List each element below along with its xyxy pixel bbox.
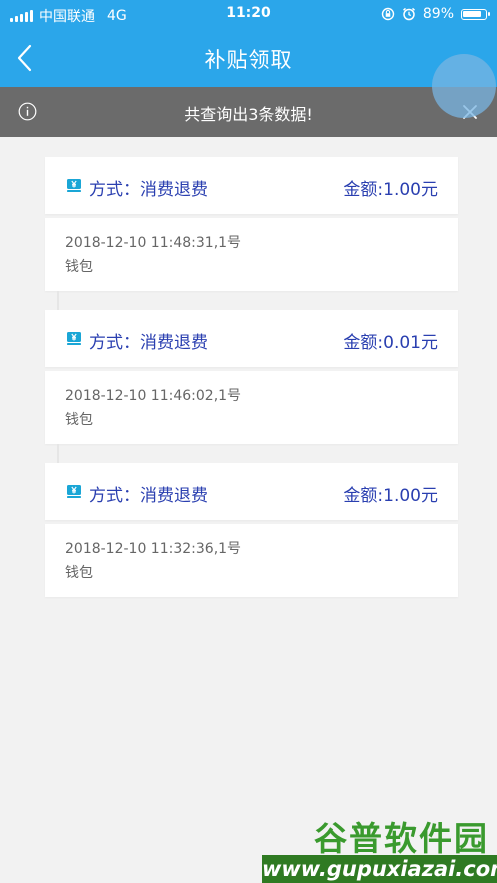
- yen-icon: [67, 485, 81, 498]
- battery-percent: 89%: [422, 6, 454, 22]
- yen-icon: [67, 332, 81, 345]
- amount-label: 金额:1.00元: [343, 180, 438, 200]
- method-label: 方式：消费退费: [89, 180, 208, 200]
- record-header: 方式：消费退费 金额:0.01元: [45, 310, 458, 367]
- yen-icon: [67, 179, 81, 192]
- record-card[interactable]: 方式：消费退费 金额:1.00元 2018-12-10 11:32:36,1号 …: [45, 463, 458, 597]
- battery-icon: [461, 8, 490, 20]
- record-details: 2018-12-10 11:32:36,1号 钱包: [45, 524, 458, 597]
- record-time: 2018-12-10 11:32:36,1号: [65, 541, 242, 557]
- header: 中国联通 4G 11:20 89% 补贴领取: [0, 0, 497, 87]
- watermark-url: www.gupuxiazai.com: [262, 855, 497, 883]
- watermark: 谷普软件园 www.gupuxiazai.com: [262, 806, 497, 883]
- notice-text: 共查询出3条数据!: [184, 105, 313, 124]
- alarm-icon: [402, 7, 415, 21]
- battery-fill: [463, 10, 481, 17]
- record-header: 方式：消费退费 金额:1.00元: [45, 157, 458, 214]
- record-account: 钱包: [65, 412, 93, 428]
- record-time: 2018-12-10 11:48:31,1号: [65, 235, 242, 251]
- method-label: 方式：消费退费: [89, 486, 208, 506]
- notice-bar: 共查询出3条数据!: [0, 87, 497, 137]
- record-time: 2018-12-10 11:46:02,1号: [65, 388, 242, 404]
- floating-assistive-button[interactable]: [432, 54, 496, 118]
- record-details: 2018-12-10 11:46:02,1号 钱包: [45, 371, 458, 444]
- watermark-title: 谷普软件园: [314, 819, 489, 858]
- nav-bar: 补贴领取: [0, 30, 497, 87]
- record-account: 钱包: [65, 259, 93, 275]
- method-label: 方式：消费退费: [89, 333, 208, 353]
- record-card[interactable]: 方式：消费退费 金额:0.01元 2018-12-10 11:46:02,1号 …: [45, 310, 458, 463]
- record-card[interactable]: 方式：消费退费 金额:1.00元 2018-12-10 11:48:31,1号 …: [45, 157, 458, 310]
- status-right: 89%: [381, 6, 490, 22]
- record-account: 钱包: [65, 565, 93, 581]
- record-details: 2018-12-10 11:48:31,1号 钱包: [45, 218, 458, 291]
- rotation-lock-icon: [381, 7, 395, 21]
- status-bar: 中国联通 4G 11:20 89%: [0, 0, 497, 30]
- amount-label: 金额:1.00元: [343, 486, 438, 506]
- amount-label: 金额:0.01元: [343, 333, 438, 353]
- record-list: 方式：消费退费 金额:1.00元 2018-12-10 11:48:31,1号 …: [45, 157, 458, 616]
- record-header: 方式：消费退费 金额:1.00元: [45, 463, 458, 520]
- page-title: 补贴领取: [204, 48, 293, 72]
